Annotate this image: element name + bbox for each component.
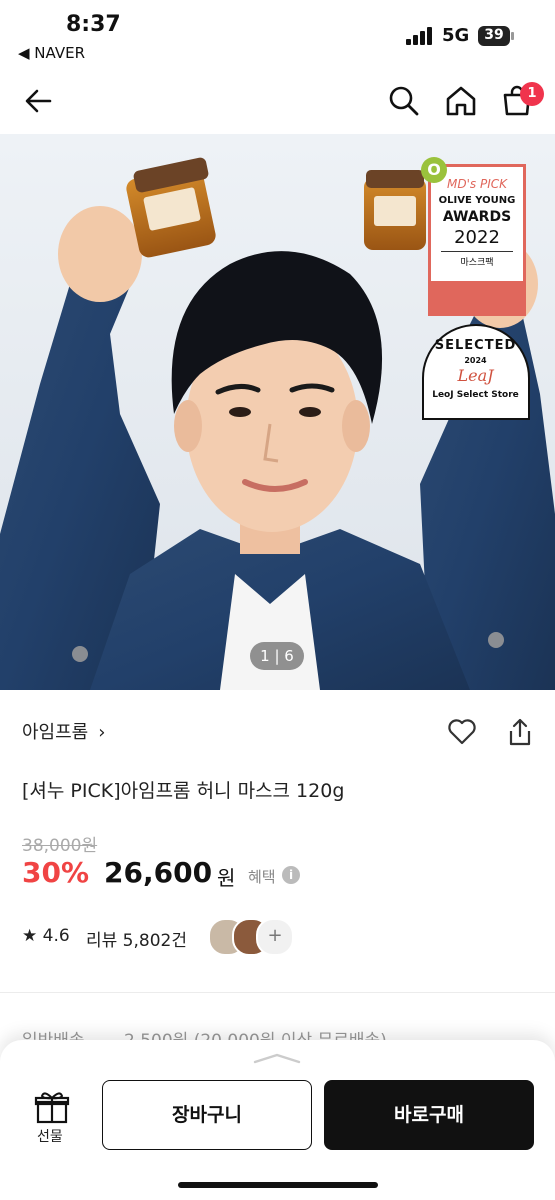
battery-level: 39	[484, 27, 504, 43]
cart-count-badge: 1	[520, 82, 544, 106]
home-icon[interactable]	[444, 84, 478, 118]
honey-jar-left	[126, 157, 216, 258]
chevron-right-icon: ›	[98, 722, 106, 743]
search-icon[interactable]	[387, 84, 421, 118]
image-page-indicator: 1 | 6	[250, 642, 304, 670]
info-icon[interactable]: i	[282, 866, 300, 884]
award-line-category: 마스크팩	[460, 258, 494, 268]
add-to-cart-button[interactable]: 장바구니	[102, 1080, 312, 1150]
back-arrow-icon[interactable]	[22, 84, 56, 118]
star-icon: ★	[22, 926, 38, 946]
back-to-naver-link[interactable]: ◀ NAVER	[18, 44, 85, 62]
rating: ★ 4.6	[22, 926, 70, 946]
leoj-select-store-badge: SELECTED 2024 LeaJ LeoJ Select Store	[422, 324, 530, 420]
share-icon[interactable]	[504, 716, 536, 748]
gift-icon[interactable]	[34, 1090, 70, 1124]
benefit-link[interactable]: 혜택	[248, 866, 276, 887]
brand-link[interactable]: 아임프롬 ›	[22, 718, 105, 744]
selected-arc-text: SELECTED	[434, 338, 517, 353]
product-hero-image[interactable]: O MD's PICK OLIVE YOUNG AWARDS 2022 마스크팩…	[0, 134, 555, 690]
selected-store-name: LeoJ Select Store	[432, 390, 519, 400]
currency-unit: 원	[217, 866, 236, 890]
rating-value: 4.6	[42, 926, 70, 946]
discount-rate: 30%	[22, 856, 90, 889]
gift-label[interactable]: 선물	[37, 1126, 63, 1146]
award-line-mds-pick: MD's PICK	[447, 177, 507, 191]
more-reviews-button[interactable]: +	[256, 918, 294, 956]
selected-year: 2024	[464, 356, 487, 365]
review-thumbnails[interactable]: +	[208, 918, 298, 956]
honey-jar-right	[364, 170, 426, 250]
olive-young-award-badge: O MD's PICK OLIVE YOUNG AWARDS 2022 마스크팩	[421, 157, 526, 316]
status-bar: 8:37 ◀ NAVER 5G 39	[0, 0, 555, 70]
battery-icon: 39	[478, 26, 514, 46]
award-line-awards: AWARDS	[442, 209, 512, 225]
award-line-year: 2022	[454, 227, 500, 248]
signal-icon	[406, 27, 434, 45]
product-title: [셔누 PICK]아임프롬 허니 마스크 120g	[22, 780, 345, 802]
section-divider	[0, 992, 555, 993]
brand-name: 아임프롬	[22, 722, 89, 743]
status-time: 8:37	[66, 12, 121, 37]
original-price: 38,000원	[22, 836, 98, 856]
chevron-up-icon[interactable]	[252, 1052, 302, 1064]
sale-price: 26,600	[104, 856, 213, 889]
network-label: 5G	[442, 25, 470, 46]
award-line-olive-young: OLIVE YOUNG	[438, 195, 516, 206]
selected-script-logo: LeaJ	[457, 366, 494, 385]
top-nav-bar	[0, 70, 555, 134]
home-indicator	[178, 1182, 378, 1188]
heart-icon[interactable]	[446, 716, 478, 748]
review-count-link[interactable]: 리뷰 5,802건	[86, 926, 187, 951]
buy-now-button[interactable]: 바로구매	[324, 1080, 534, 1150]
